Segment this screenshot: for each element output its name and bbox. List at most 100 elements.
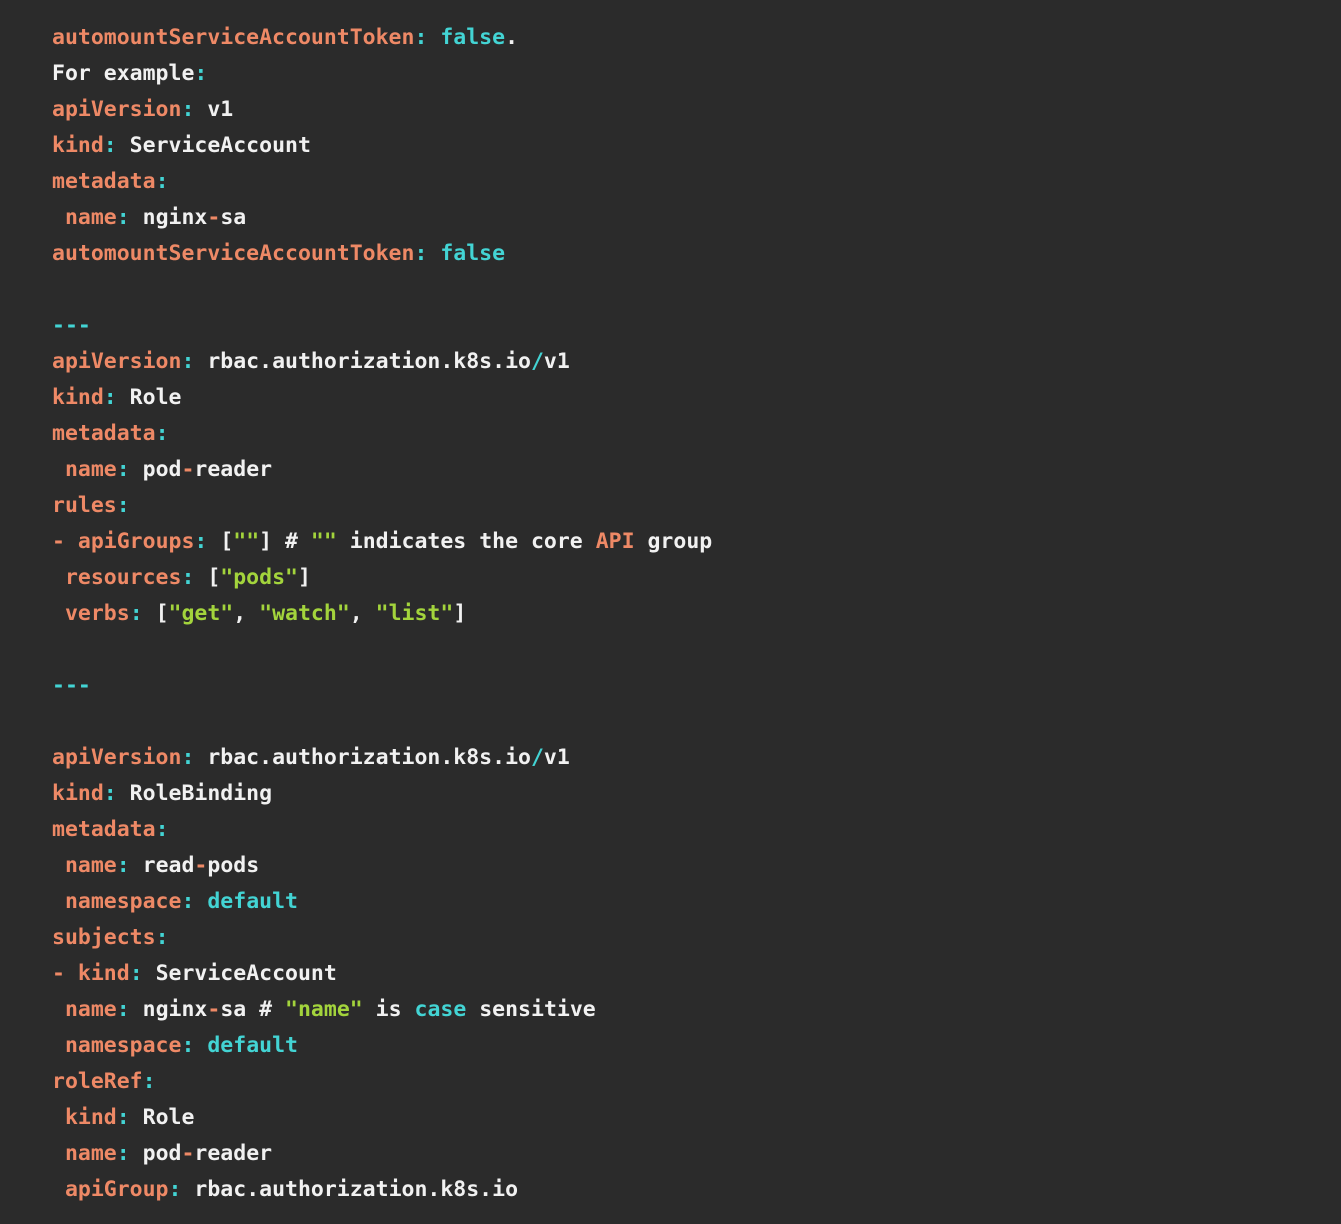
code-segment: apiVersion [52,97,181,122]
code-line: metadata: [52,416,1317,452]
code-segment: : [156,421,169,446]
code-line: namespace: default [52,1028,1317,1064]
code-segment: default [207,1033,298,1058]
code-line: kind: ServiceAccount [52,128,1317,164]
code-segment: : [156,817,169,842]
code-segment: - [207,997,220,1022]
code-segment: metadata [52,421,156,446]
code-segment: roleRef [52,1069,143,1094]
code-line: rules: [52,488,1317,524]
code-segment: : [169,1177,182,1202]
code-segment: : [156,925,169,950]
code-line: name: pod-reader [52,1136,1317,1172]
code-segment: false [440,25,505,50]
code-segment: "" [311,529,337,554]
code-segment: [ [143,601,169,626]
code-line: - apiGroups: [""] # "" indicates the cor… [52,524,1317,560]
code-segment: kind [52,385,104,410]
code-segment: false [440,241,505,266]
code-segment: ] [298,565,311,590]
code-segment: sa [220,205,246,230]
code-segment: nginx [130,205,208,230]
code-segment [52,205,65,230]
code-segment: Role [130,1105,195,1130]
code-segment: kind [65,1105,117,1130]
code-line: metadata: [52,164,1317,200]
code-segment [52,1141,65,1166]
code-segment: namespace [65,1033,182,1058]
code-segment: : [130,601,143,626]
code-line: kind: RoleBinding [52,776,1317,812]
code-segment: pod [130,457,182,482]
code-segment: "get" [169,601,234,626]
code-segment: : [117,457,130,482]
code-segment [427,25,440,50]
code-segment: rbac.authorization.k8s.io [194,745,531,770]
code-segment: name [65,205,117,230]
code-segment: : [104,781,117,806]
code-segment: : [117,1141,130,1166]
code-segment: [ [207,529,233,554]
code-segment: : [104,133,117,158]
yaml-code-block: automountServiceAccountToken: false.For … [0,0,1341,1224]
code-segment: name [65,853,117,878]
code-segment: : [181,349,194,374]
code-segment: apiVersion [52,349,181,374]
code-segment: case [415,997,467,1022]
code-segment: "list" [376,601,454,626]
code-segment: "name" [285,997,363,1022]
code-segment: ServiceAccount [117,133,311,158]
code-segment: indicates the core [337,529,596,554]
code-segment: sa # [220,997,285,1022]
code-segment: metadata [52,817,156,842]
code-segment: apiVersion [52,745,181,770]
code-segment: --- [52,673,91,698]
code-segment: : [117,205,130,230]
code-segment: reader [194,1141,272,1166]
code-segment: name [65,457,117,482]
code-segment [427,241,440,266]
code-segment: : [117,1105,130,1130]
code-line: name: read-pods [52,848,1317,884]
code-segment: - [181,1141,194,1166]
code-segment [52,1033,65,1058]
code-segment: ] # [259,529,311,554]
code-line [52,704,1317,740]
code-segment: "" [233,529,259,554]
code-line: subjects: [52,920,1317,956]
code-segment: apiGroups [78,529,195,554]
code-segment: : [117,493,130,518]
code-segment: "pods" [220,565,298,590]
code-segment: , [350,601,376,626]
code-segment: : [414,25,427,50]
code-line: roleRef: [52,1064,1317,1100]
code-segment: rbac.authorization.k8s.io [181,1177,518,1202]
code-segment: API [596,529,635,554]
code-segment: : [117,853,130,878]
code-segment: rules [52,493,117,518]
code-line: For example: [52,56,1317,92]
code-segment: group [635,529,713,554]
code-line: --- [52,308,1317,344]
code-line: kind: Role [52,1100,1317,1136]
code-segment: kind [52,133,104,158]
code-segment: verbs [65,601,130,626]
code-segment: : [104,385,117,410]
code-segment: : [181,889,194,914]
code-segment [52,457,65,482]
code-segment: : [181,97,194,122]
code-segment [65,961,78,986]
code-line: name: pod-reader [52,452,1317,488]
code-line: --- [52,668,1317,704]
code-segment: automountServiceAccountToken [52,25,414,50]
code-segment: --- [52,313,91,338]
code-segment: subjects [52,925,156,950]
code-segment: - [52,961,65,986]
code-segment: : [194,61,207,86]
code-segment: / [531,349,544,374]
code-segment: metadata [52,169,156,194]
code-line: metadata: [52,812,1317,848]
code-line: automountServiceAccountToken: false [52,236,1317,272]
code-segment: sensitive [466,997,595,1022]
code-segment: : [143,1069,156,1094]
